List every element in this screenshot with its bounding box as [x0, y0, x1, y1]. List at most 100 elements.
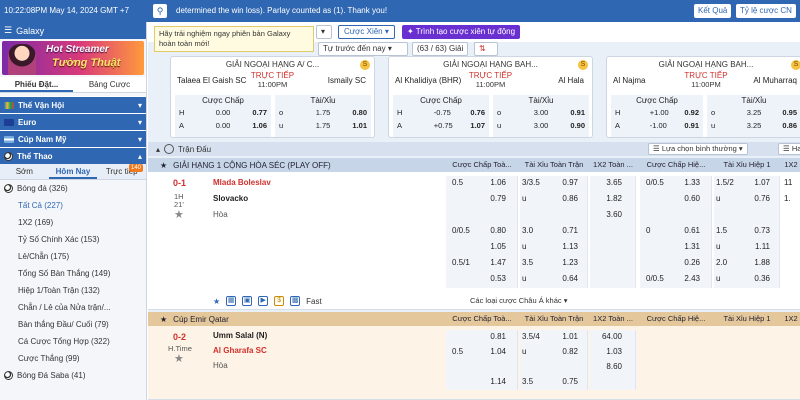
section-olympics[interactable]: Thế Vận Hội ▾ [0, 96, 146, 113]
ou-half-price[interactable]: 1.88 [746, 258, 770, 267]
odds-type-button[interactable]: Tỷ lệ cược CN [736, 4, 796, 18]
ou-price[interactable]: 0.75 [554, 377, 578, 386]
odds-row[interactable]: u 3.00 0.90 [493, 119, 589, 132]
stats-icon[interactable]: ▦ [226, 296, 237, 306]
odds-row[interactable]: A 0.00 1.06 [175, 119, 271, 132]
hdp-price[interactable]: 0.80 [482, 226, 506, 235]
x12-price[interactable]: 3.60 [594, 210, 622, 219]
x12-half-price[interactable]: 11 [784, 178, 800, 187]
hdp-price[interactable]: 0.53 [482, 274, 506, 283]
hdp-half-price[interactable]: 0.60 [676, 194, 700, 203]
market-item[interactable]: Hiệp 1/Toàn Trận (132) [0, 282, 146, 299]
section-euro[interactable]: Euro ▾ [0, 113, 146, 130]
star-icon[interactable]: ★ [213, 297, 220, 306]
hdp-half-price[interactable]: 0.26 [676, 258, 700, 267]
featured-card[interactable]: GIẢI NGOẠI HẠNG BAH... S Al Khalidiya (B… [388, 56, 593, 138]
ou-half-price[interactable]: 0.73 [746, 226, 770, 235]
pin-icon[interactable]: S [360, 60, 370, 70]
promo-banner[interactable]: Hot Streamer Tường Thuật [2, 41, 144, 75]
ou-price[interactable]: 0.86 [554, 194, 578, 203]
market-item[interactable]: Tổng Số Bàn Thắng (149) [0, 265, 146, 282]
odds-row[interactable]: o 3.00 0.91 [493, 106, 589, 119]
odds-row[interactable]: o 3.25 0.95 [707, 106, 800, 119]
ou-price[interactable]: 1.13 [554, 242, 578, 251]
star-icon[interactable]: ★ [174, 352, 184, 365]
fast-label[interactable]: Fast [306, 297, 322, 306]
market-item[interactable]: 1X2 (169) [0, 214, 146, 231]
odds-row[interactable]: u 3.25 0.86 [707, 119, 800, 132]
hdp-price[interactable]: 1.47 [482, 258, 506, 267]
odds-row[interactable]: A -1.00 0.91 [611, 119, 703, 132]
featured-card[interactable]: GIẢI NGOẠI HẠNG BAH... S Al Najma TRỰC T… [606, 56, 800, 138]
section-sports[interactable]: Thể Thao ▴ [0, 147, 146, 164]
ou-price[interactable]: 1.23 [554, 258, 578, 267]
results-button[interactable]: Kết Quả [694, 4, 732, 18]
galaxy-header[interactable]: ☰ Galaxy [0, 22, 146, 39]
odds-row[interactable]: H 0.00 0.77 [175, 106, 271, 119]
parlay-button[interactable]: Cược Xiên ▾ [338, 25, 395, 39]
odds-row[interactable]: H -0.75 0.76 [393, 106, 489, 119]
market-item[interactable]: Tất Cả (227) [0, 197, 146, 214]
filter-select[interactable]: ☰ Lựa chọn bình thường ▾ [648, 143, 748, 155]
video-icon[interactable]: ▶ [258, 296, 269, 306]
ou-half-price[interactable]: 1.11 [746, 242, 770, 251]
hdp-half-price[interactable]: 1.31 [676, 242, 700, 251]
odds-row[interactable]: u 1.75 1.01 [275, 119, 371, 132]
x12-price[interactable]: 64.00 [594, 332, 622, 341]
pin-icon[interactable]: S [578, 60, 588, 70]
ou-half-price[interactable]: 1.07 [746, 178, 770, 187]
tab-today[interactable]: Hôm Nay [48, 164, 98, 179]
home-team[interactable]: Mlada Boleslav [213, 178, 271, 187]
pin-icon[interactable]: S [791, 60, 800, 70]
featured-card[interactable]: GIẢI NGOẠI HẠNG A/ C... S Talaea El Gais… [170, 56, 375, 138]
away-team[interactable]: Al Gharafa SC [213, 346, 267, 355]
tab-early[interactable]: Sớm [0, 164, 49, 179]
hdp-half-price[interactable]: 1.33 [676, 178, 700, 187]
hdp-price[interactable]: 1.05 [482, 242, 506, 251]
market-item[interactable]: Cược Thắng (99) [0, 350, 146, 367]
tv-icon[interactable]: ▣ [242, 296, 253, 306]
market-item[interactable]: Lẻ/Chẵn (175) [0, 248, 146, 265]
chart-icon[interactable]: ▩ [290, 296, 301, 306]
x12-half-price[interactable]: 1. [784, 194, 800, 203]
hdp-price[interactable]: 1.04 [482, 347, 506, 356]
market-item[interactable]: Chẵn / Lẻ của Nửa trận/... [0, 299, 146, 316]
x12-price[interactable]: 8.60 [594, 362, 622, 371]
league-count[interactable]: (63 / 63) Giải [412, 42, 468, 56]
hdp-price[interactable]: 1.14 [482, 377, 506, 386]
odds-row[interactable]: o 1.75 0.80 [275, 106, 371, 119]
ou-price[interactable]: 0.82 [554, 347, 578, 356]
hdp-price[interactable]: 0.81 [482, 332, 506, 341]
search-icon[interactable]: ⚲ [153, 4, 167, 18]
hdp-price[interactable]: 1.06 [482, 178, 506, 187]
ou-half-price[interactable]: 0.76 [746, 194, 770, 203]
away-team[interactable]: Slovacko [213, 194, 248, 203]
star-icon[interactable]: ★ [174, 208, 184, 221]
filter-icon[interactable]: ⇅ [474, 42, 498, 56]
hdp-half-price[interactable]: 0.61 [676, 226, 700, 235]
hdp-half-price[interactable]: 2.43 [676, 274, 700, 283]
sort-select[interactable]: Tự trước đến nay ▾ [318, 42, 408, 56]
hdp-price[interactable]: 0.79 [482, 194, 506, 203]
ou-half-price[interactable]: 0.36 [746, 274, 770, 283]
cash-out-icon[interactable]: $ [274, 296, 285, 306]
ou-price[interactable]: 0.71 [554, 226, 578, 235]
more-asian-bets-link[interactable]: Các loại cược Châu Á khác ▾ [470, 296, 568, 305]
x12-price[interactable]: 1.03 [594, 347, 622, 356]
ou-price[interactable]: 1.01 [554, 332, 578, 341]
x12-price[interactable]: 3.65 [594, 178, 622, 187]
auto-parlay-button[interactable]: ✦ Trình tạo cược xiên tự động [402, 25, 521, 39]
collapse-icon[interactable]: ▴ [156, 145, 160, 154]
half-select[interactable]: ☰ Hai Đ [778, 143, 800, 155]
star-icon[interactable]: ★ [160, 161, 167, 170]
sport-football[interactable]: Bóng đá (326) [0, 180, 146, 197]
sport-saba-football[interactable]: Bóng Đá Saba (41) [0, 367, 146, 384]
sport-select[interactable]: ▾ [316, 25, 332, 39]
market-item[interactable]: Bàn thắng Đầu/ Cuối (79) [0, 316, 146, 333]
odds-row[interactable]: A +0.75 1.07 [393, 119, 489, 132]
market-item[interactable]: Tỷ Số Chính Xác (153) [0, 231, 146, 248]
x12-price[interactable]: 1.82 [594, 194, 622, 203]
tab-bet-list[interactable]: Bảng Cược [73, 77, 146, 92]
new-version-tooltip[interactable]: Hãy trải nghiệm ngay phiên bản Galaxy ho… [154, 26, 314, 52]
ou-price[interactable]: 0.64 [554, 274, 578, 283]
